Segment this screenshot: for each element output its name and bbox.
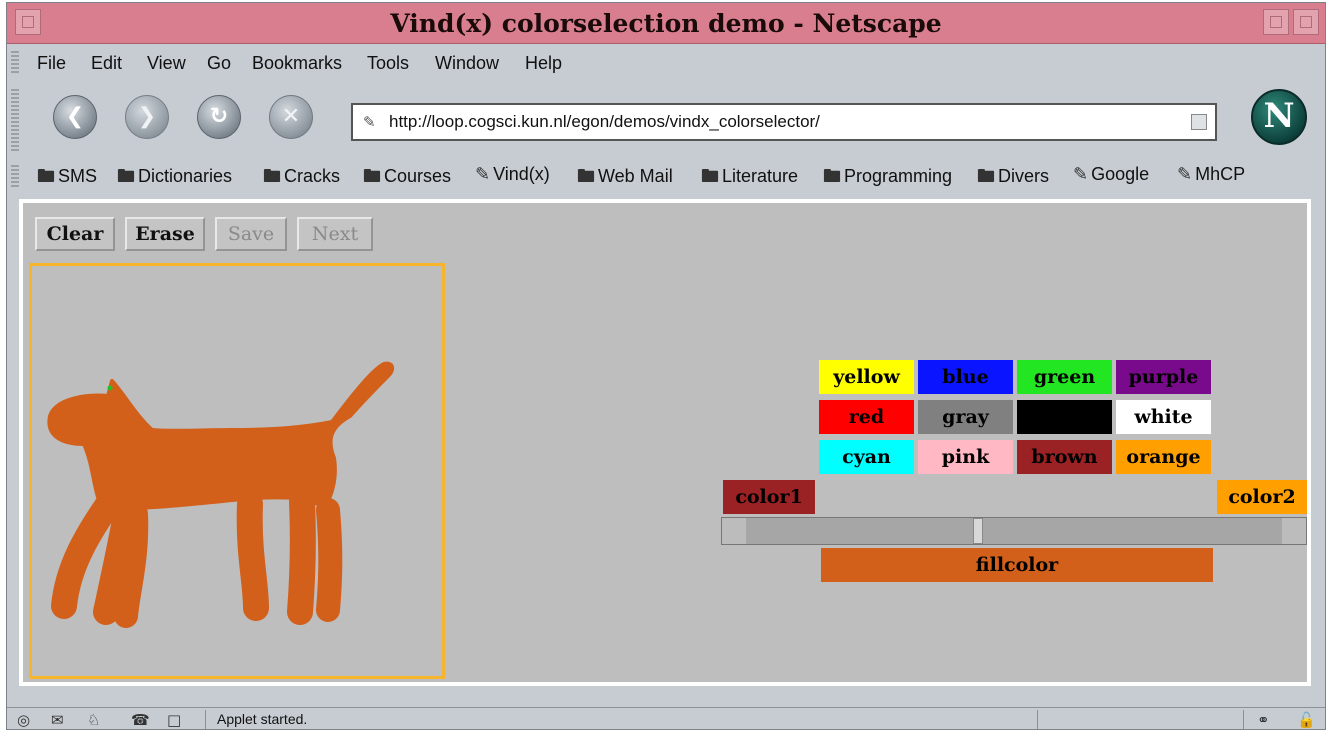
- stop-icon[interactable]: ✕: [269, 95, 313, 139]
- bookmark-vindx[interactable]: ✎ Vind(x): [475, 164, 550, 185]
- personal-toolbar-grip[interactable]: [11, 165, 19, 187]
- url-history-dropdown[interactable]: [1191, 114, 1207, 130]
- page-content: Clear Erase Save Next yellow blue green …: [19, 199, 1311, 686]
- folder-icon: 🖿: [37, 166, 55, 186]
- bookmark-icon: ✎: [1177, 164, 1193, 184]
- swatch-purple[interactable]: purple: [1116, 360, 1211, 394]
- color-selector-applet: Clear Erase Save Next yellow blue green …: [23, 203, 1307, 682]
- url-input[interactable]: [389, 111, 1169, 133]
- swatch-pink[interactable]: pink: [918, 440, 1013, 474]
- drawing-canvas[interactable]: [29, 263, 445, 679]
- bookmark-divers[interactable]: 🖿 Divers: [977, 164, 1049, 194]
- clear-button[interactable]: Clear: [35, 217, 115, 251]
- mail-icon[interactable]: ✉: [51, 711, 64, 729]
- menu-edit[interactable]: Edit: [91, 53, 122, 74]
- menu-view[interactable]: View: [147, 53, 186, 74]
- bookmark-cracks[interactable]: 🖿 Cracks: [263, 164, 340, 194]
- bookmark-mhcp[interactable]: ✎ MhCP: [1177, 164, 1245, 185]
- url-bar[interactable]: ✎: [351, 103, 1217, 141]
- swatch-white[interactable]: white: [1116, 400, 1211, 434]
- composer-icon[interactable]: ♘: [87, 711, 100, 729]
- reload-icon[interactable]: ↻: [197, 95, 241, 139]
- menu-go[interactable]: Go: [207, 53, 231, 74]
- forward-arrow-icon[interactable]: ❯: [125, 95, 169, 139]
- back-arrow-icon[interactable]: ❮: [53, 95, 97, 139]
- color-blend-slider[interactable]: [721, 517, 1307, 545]
- menubar-grip[interactable]: [11, 51, 19, 73]
- color1-indicator[interactable]: color1: [723, 480, 815, 514]
- swatch-orange[interactable]: orange: [1116, 440, 1211, 474]
- folder-icon: 🖿: [577, 166, 595, 186]
- folder-icon: 🖿: [263, 166, 281, 186]
- erase-button[interactable]: Erase: [125, 217, 205, 251]
- maximize-button[interactable]: [1293, 9, 1319, 35]
- bookmark-icon: ✎: [1073, 164, 1089, 184]
- browser-window: Vind(x) colorselection demo - Netscape F…: [6, 2, 1326, 730]
- swatch-cyan[interactable]: cyan: [819, 440, 914, 474]
- swatch-gray[interactable]: gray: [918, 400, 1013, 434]
- navbar-grip[interactable]: [11, 89, 19, 151]
- title-bar[interactable]: Vind(x) colorselection demo - Netscape: [7, 3, 1325, 44]
- swatch-blue[interactable]: blue: [918, 360, 1013, 394]
- save-button[interactable]: Save: [215, 217, 287, 251]
- status-divider: [1243, 710, 1244, 729]
- folder-icon: 🖿: [363, 166, 381, 186]
- bookmark-icon: ✎: [363, 113, 376, 131]
- color2-indicator[interactable]: color2: [1217, 480, 1307, 514]
- slider-right-arrow[interactable]: [1282, 518, 1306, 544]
- bookmark-dictionaries[interactable]: 🖿 Dictionaries: [117, 164, 232, 194]
- slider-thumb[interactable]: [973, 518, 984, 544]
- status-bar: ◎ ✉ ♘ ☎ □ Applet started. ⚭ 🔓: [7, 707, 1325, 729]
- online-status-icon[interactable]: ⚭: [1257, 711, 1270, 729]
- folder-icon: 🖿: [977, 166, 995, 186]
- folder-icon: 🖿: [117, 166, 135, 186]
- personal-toolbar: 🖿 SMS 🖿 Dictionaries 🖿 Cracks 🖿 Courses ✎ Vin…: [7, 159, 1325, 193]
- netscape-logo[interactable]: N: [1251, 89, 1307, 145]
- swatch-black[interactable]: [1017, 400, 1112, 434]
- menu-file[interactable]: File: [37, 53, 66, 74]
- swatch-yellow[interactable]: yellow: [819, 360, 914, 394]
- status-divider: [1037, 710, 1038, 729]
- slider-left-arrow[interactable]: [722, 518, 746, 544]
- menu-bookmarks[interactable]: Bookmarks: [252, 53, 342, 74]
- navigator-icon[interactable]: ◎: [17, 711, 30, 729]
- bookmark-courses[interactable]: 🖿 Courses: [363, 164, 451, 194]
- minimize-button[interactable]: [1263, 9, 1289, 35]
- next-button[interactable]: Next: [297, 217, 373, 251]
- swatch-brown[interactable]: brown: [1017, 440, 1112, 474]
- status-divider: [205, 710, 206, 729]
- bookmark-programming[interactable]: 🖿 Programming: [823, 164, 952, 194]
- addressbook-icon[interactable]: ☎: [131, 711, 150, 729]
- status-text: Applet started.: [217, 711, 308, 727]
- bookmark-sms[interactable]: 🖿 SMS: [37, 164, 97, 194]
- folder-icon: 🖿: [701, 166, 719, 186]
- irc-icon[interactable]: □: [167, 711, 181, 729]
- cat-drawing: [47, 361, 395, 628]
- menu-window[interactable]: Window: [435, 53, 499, 74]
- swatch-red[interactable]: red: [819, 400, 914, 434]
- navigation-toolbar: ❮ ❯ ↻ ✕ ✎ N: [7, 81, 1325, 159]
- folder-icon: 🖿: [823, 166, 841, 186]
- menu-help[interactable]: Help: [525, 53, 562, 74]
- menu-bar: File Edit View Go Bookmarks Tools Window…: [7, 45, 1325, 79]
- security-lock-icon[interactable]: 🔓: [1297, 711, 1316, 729]
- swatch-green[interactable]: green: [1017, 360, 1112, 394]
- bookmark-literature[interactable]: 🖿 Literature: [701, 164, 798, 194]
- menu-tools[interactable]: Tools: [367, 53, 409, 74]
- bookmark-web-mail[interactable]: 🖿 Web Mail: [577, 164, 673, 194]
- bookmark-google[interactable]: ✎ Google: [1073, 164, 1149, 185]
- bookmark-icon: ✎: [475, 164, 491, 184]
- window-title: Vind(x) colorselection demo - Netscape: [390, 9, 942, 38]
- fillcolor-button[interactable]: fillcolor: [821, 548, 1213, 582]
